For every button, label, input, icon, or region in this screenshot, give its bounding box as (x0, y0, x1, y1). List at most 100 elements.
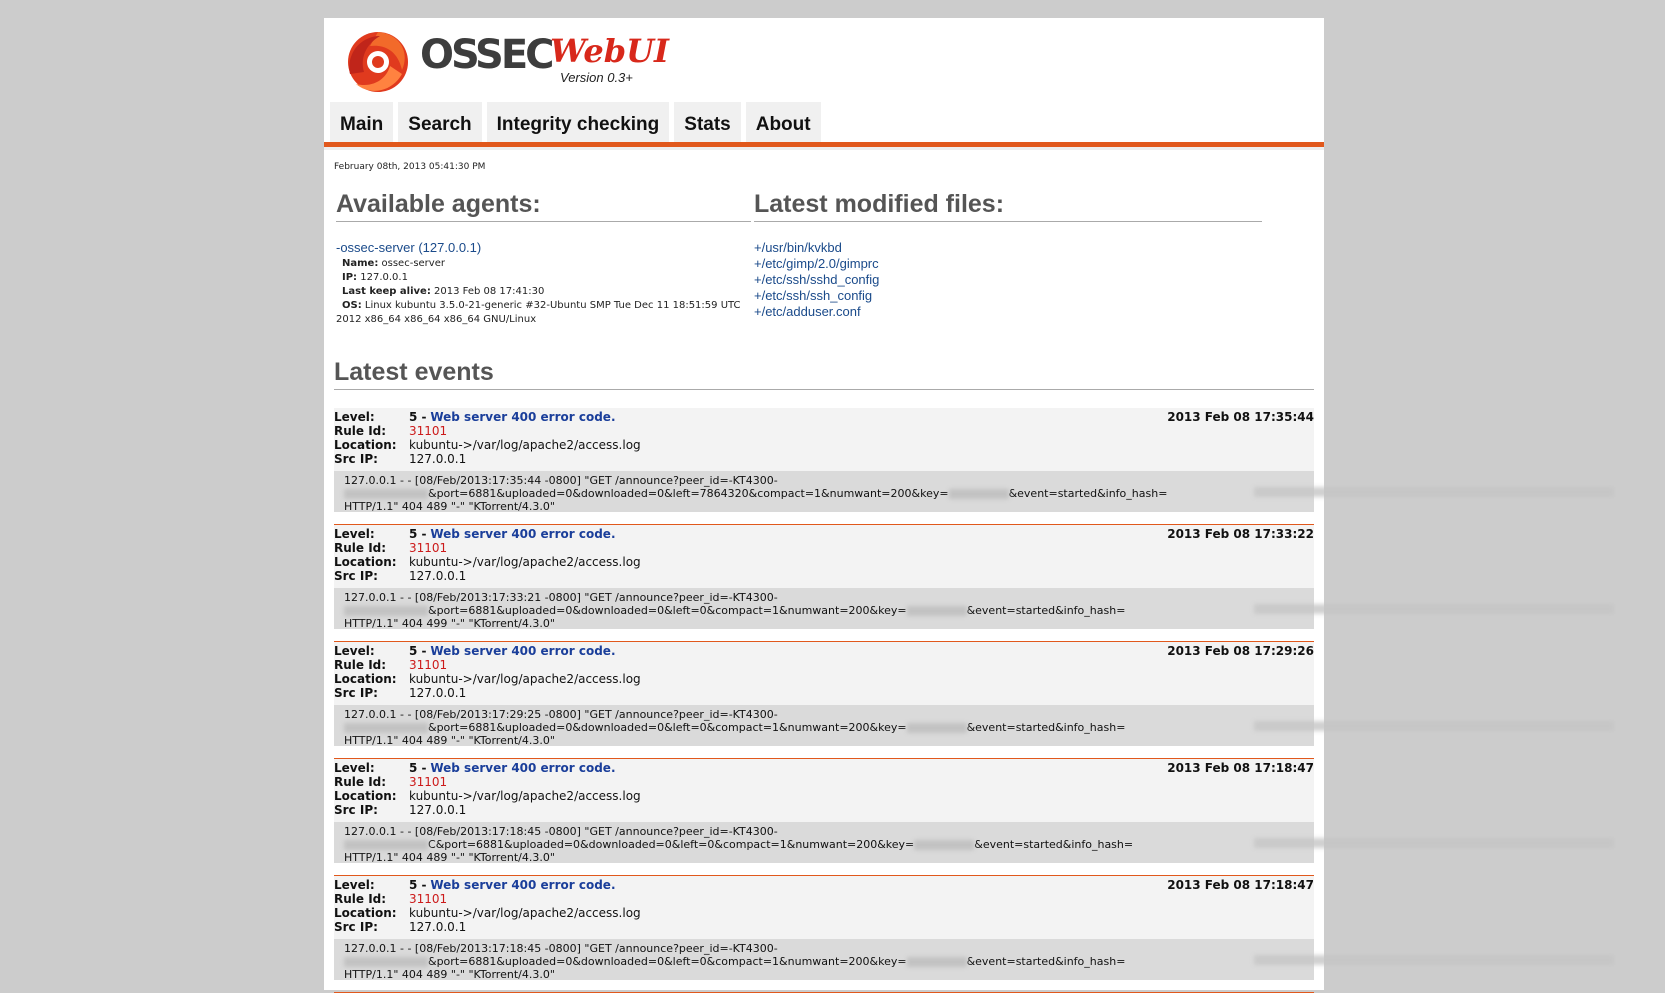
log-fragment: &port=6881&uploaded=0&downloaded=0&left=… (428, 955, 907, 968)
event-rule-row: Rule Id: 31101 (334, 658, 1314, 672)
page-container: OSSEC WebUI Version 0.3+ Main Search Int… (324, 18, 1614, 993)
file-link[interactable]: +/etc/gimp/2.0/gimprc (754, 256, 879, 272)
event-header: Level: 5 - Web server 400 error code. Ru… (334, 408, 1314, 471)
event-rule-row: Rule Id: 31101 (334, 424, 1314, 438)
log-fragment: &port=6881&uploaded=0&downloaded=0&left=… (428, 721, 907, 734)
level-label: Level: (334, 761, 375, 775)
file-link[interactable]: +/etc/ssh/ssh_config (754, 288, 879, 304)
event-location: kubuntu->/var/log/apache2/access.log (409, 672, 641, 686)
ossec-logo[interactable]: OSSEC WebUI Version 0.3+ (340, 22, 669, 108)
event-level: 5 - (409, 410, 427, 424)
event-log: 127.0.0.1 - - [08/Feb/2013:17:35:44 -080… (334, 471, 1614, 513)
event-srcip: 127.0.0.1 (409, 803, 467, 817)
event-rule-row: Rule Id: 31101 (334, 892, 1314, 906)
event-description-link[interactable]: Web server 400 error code. (430, 878, 615, 892)
event-rule-row: Rule Id: 31101 (334, 541, 1314, 555)
file-link[interactable]: +/usr/bin/kvkbd (754, 240, 879, 256)
agent-link[interactable]: -ossec-server (127.0.0.1) (336, 240, 481, 255)
event-rule-id: 31101 (409, 541, 448, 555)
event-srcip-row: Src IP: 127.0.0.1 (334, 920, 1314, 934)
srcip-label: Src IP: (334, 920, 378, 934)
log-line: &port=6881&uploaded=0&downloaded=0&left=… (344, 487, 1304, 500)
event-description-link[interactable]: Web server 400 error code. (430, 410, 615, 424)
agent-ip-row: IP: 127.0.0.1 (336, 271, 746, 285)
srcip-label: Src IP: (334, 452, 378, 466)
redacted-peer-id (344, 489, 428, 499)
event-srcip-row: Src IP: 127.0.0.1 (334, 452, 1314, 466)
tab-integrity-checking[interactable]: Integrity checking (486, 102, 670, 142)
event-location: kubuntu->/var/log/apache2/access.log (409, 789, 641, 803)
logo-webui: WebUI (550, 32, 669, 70)
event-entry: Level: 5 - Web server 400 error code. Ru… (334, 525, 1614, 642)
event-header: Level: 5 - Web server 400 error code. Ru… (334, 642, 1314, 705)
redacted-key (906, 723, 967, 733)
event-location-row: Location: kubuntu->/var/log/apache2/acce… (334, 672, 1314, 686)
event-location-row: Location: kubuntu->/var/log/apache2/acce… (334, 555, 1314, 569)
redacted-info-hash (1254, 604, 1614, 614)
event-log: 127.0.0.1 - - [08/Feb/2013:17:29:25 -080… (334, 705, 1614, 747)
event-timestamp: 2013 Feb 08 17:29:26 (1167, 644, 1314, 658)
srcip-label: Src IP: (334, 803, 378, 817)
nav-underline-shadow (324, 147, 1324, 150)
log-line: C&port=6881&uploaded=0&downloaded=0&left… (344, 838, 1304, 851)
log-line: HTTP/1.1" 404 489 "-" "KTorrent/4.3.0" (344, 734, 555, 747)
main-nav: Main Search Integrity checking Stats Abo… (330, 102, 821, 142)
redacted-peer-id (344, 840, 428, 850)
tab-main[interactable]: Main (330, 102, 394, 142)
tab-about[interactable]: About (745, 102, 821, 142)
agent-keepalive: 2013 Feb 08 17:41:30 (434, 286, 545, 297)
level-label: Level: (334, 410, 375, 424)
event-description-link[interactable]: Web server 400 error code. (430, 527, 615, 541)
event-rule-id: 31101 (409, 658, 448, 672)
event-description-link[interactable]: Web server 400 error code. (430, 644, 615, 658)
log-line: HTTP/1.1" 404 489 "-" "KTorrent/4.3.0" (344, 968, 555, 981)
file-link[interactable]: +/etc/adduser.conf (754, 304, 879, 320)
event-description-link[interactable]: Web server 400 error code. (430, 761, 615, 775)
tab-search[interactable]: Search (398, 102, 482, 142)
event-location-row: Location: kubuntu->/var/log/apache2/acce… (334, 438, 1314, 452)
event-level: 5 - (409, 878, 427, 892)
event-location: kubuntu->/var/log/apache2/access.log (409, 438, 641, 452)
log-fragment: &event=started&info_hash= (966, 604, 1126, 617)
event-srcip: 127.0.0.1 (409, 452, 467, 466)
log-fragment: &event=started&info_hash= (1008, 487, 1168, 500)
log-line: HTTP/1.1" 404 499 "-" "KTorrent/4.3.0" (344, 617, 555, 630)
event-entry: Level: 5 - Web server 400 error code. Ru… (334, 759, 1614, 876)
agent-details: -ossec-server (127.0.0.1) Name: ossec-se… (336, 240, 746, 327)
agent-os: Linux kubuntu 3.5.0-21-generic #32-Ubunt… (336, 300, 741, 325)
file-link[interactable]: +/etc/ssh/sshd_config (754, 272, 879, 288)
event-location: kubuntu->/var/log/apache2/access.log (409, 555, 641, 569)
event-rule-id: 31101 (409, 892, 448, 906)
rule-label: Rule Id: (334, 424, 387, 438)
event-rule-id: 31101 (409, 775, 448, 789)
log-line: HTTP/1.1" 404 489 "-" "KTorrent/4.3.0" (344, 500, 555, 513)
event-location: kubuntu->/var/log/apache2/access.log (409, 906, 641, 920)
agent-ip: 127.0.0.1 (360, 272, 408, 283)
log-fragment: C (428, 838, 436, 851)
event-timestamp: 2013 Feb 08 17:35:44 (1167, 410, 1314, 424)
event-timestamp: 2013 Feb 08 17:18:47 (1167, 761, 1314, 775)
redacted-info-hash (1254, 955, 1614, 965)
srcip-label: Src IP: (334, 686, 378, 700)
logo-text: OSSEC (420, 32, 555, 78)
event-level: 5 - (409, 644, 427, 658)
redacted-key (948, 489, 1009, 499)
event-log: 127.0.0.1 - - [08/Feb/2013:17:18:45 -080… (334, 822, 1614, 864)
agent-name: ossec-server (381, 258, 445, 269)
event-entry: Level: 5 - Web server 400 error code. Ru… (334, 876, 1614, 993)
event-srcip-row: Src IP: 127.0.0.1 (334, 803, 1314, 817)
event-log: 127.0.0.1 - - [08/Feb/2013:17:18:45 -080… (334, 939, 1614, 981)
log-line: 127.0.0.1 - - [08/Feb/2013:17:33:21 -080… (344, 591, 778, 604)
events-list: Level: 5 - Web server 400 error code. Ru… (334, 408, 1614, 993)
event-srcip: 127.0.0.1 (409, 920, 467, 934)
event-header: Level: 5 - Web server 400 error code. Ru… (334, 876, 1314, 939)
version-label: Version 0.3+ (560, 70, 633, 85)
log-fragment: &event=started&info_hash= (966, 721, 1126, 734)
level-label: Level: (334, 878, 375, 892)
event-srcip: 127.0.0.1 (409, 686, 467, 700)
tab-stats[interactable]: Stats (674, 102, 741, 142)
log-line: HTTP/1.1" 404 489 "-" "KTorrent/4.3.0" (344, 851, 555, 864)
level-label: Level: (334, 644, 375, 658)
log-line: 127.0.0.1 - - [08/Feb/2013:17:18:45 -080… (344, 825, 778, 838)
agent-ip-label: IP: (342, 272, 358, 283)
